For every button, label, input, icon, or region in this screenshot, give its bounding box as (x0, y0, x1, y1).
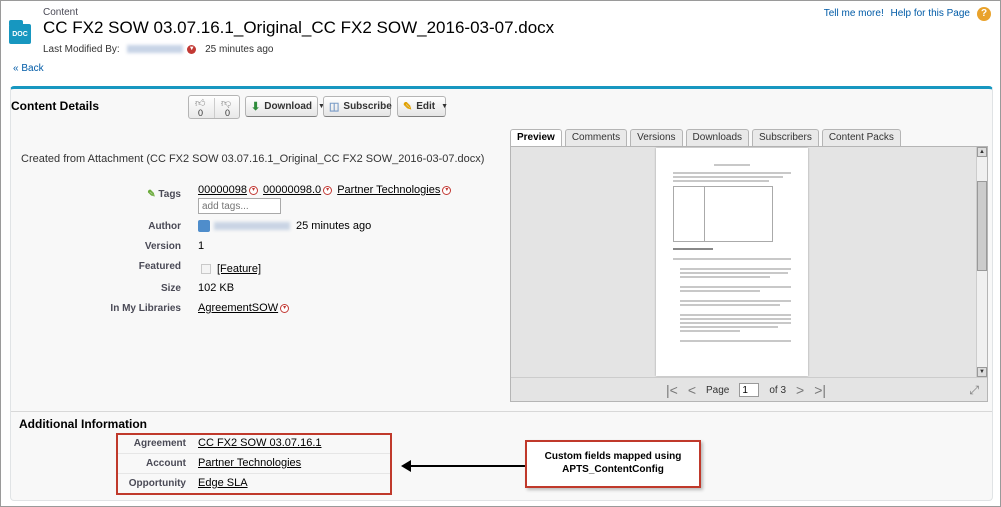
download-button[interactable]: ⬇ Download ▼ (245, 96, 325, 117)
object-type-label: Content (43, 7, 79, 18)
author-name-redacted[interactable] (214, 222, 290, 231)
scrollbar-thumb[interactable] (977, 181, 987, 271)
tab-preview[interactable]: Preview (510, 129, 562, 146)
tag-link[interactable]: 00000098 (198, 184, 247, 196)
last-modified: Last Modified By: ▼ 25 minutes ago (43, 44, 273, 55)
library-menu-icon[interactable]: ▾ (280, 303, 290, 313)
version-value: 1 (198, 240, 205, 252)
tab-downloads[interactable]: Downloads (685, 129, 750, 146)
content-details-heading: Content Details (11, 99, 100, 113)
chevron-down-icon: ▼ (441, 103, 449, 110)
tag-remove-icon[interactable]: ▾ (323, 185, 333, 195)
last-page-icon[interactable]: >| (814, 382, 826, 398)
subscribe-label: Subscribe (343, 101, 392, 112)
feature-link[interactable]: [Feature] (217, 263, 261, 275)
edit-label: Edit (416, 101, 436, 112)
first-page-icon[interactable]: |< (666, 382, 678, 398)
back-link[interactable]: « Back (13, 63, 44, 74)
annotation-arrow-line (406, 465, 526, 467)
upvote-count: 0 (198, 108, 204, 118)
page-navigator: |< < Page of 3 > >| ⤢ (511, 377, 987, 401)
expand-icon[interactable]: ⤢ (969, 383, 979, 398)
library-link[interactable]: AgreementSOW (198, 302, 278, 314)
annotation-highlight-box (116, 433, 392, 495)
tab-comments[interactable]: Comments (564, 129, 628, 146)
preview-scrollbar[interactable]: ▲ ▼ (976, 147, 987, 377)
featured-checkbox[interactable] (201, 264, 211, 275)
page-label: Page (706, 384, 730, 396)
page-title: CC FX2 SOW 03.07.16.1_Original_CC FX2 SO… (43, 18, 555, 37)
author-value: 25 minutes ago (198, 220, 372, 233)
scroll-up-icon[interactable]: ▲ (977, 147, 987, 157)
section-divider (11, 411, 992, 412)
page-number-input[interactable] (739, 383, 760, 397)
featured-value: [Feature] (201, 263, 261, 275)
size-label: Size (160, 283, 181, 294)
edit-button[interactable]: ✎ Edit ▼ (397, 96, 449, 117)
libraries-value: AgreementSOW ▾ (198, 302, 291, 314)
download-label: Download (264, 101, 312, 112)
preview-tabs: Preview Comments Versions Downloads Subs… (510, 129, 901, 146)
tab-content-packs[interactable]: Content Packs (821, 129, 901, 146)
featured-label: Featured (138, 261, 181, 272)
size-value: 102 KB (198, 282, 235, 294)
version-label: Version (144, 241, 181, 252)
last-modified-label: Last Modified By: (43, 44, 120, 55)
scroll-down-icon[interactable]: ▼ (977, 367, 987, 377)
tag-link[interactable]: Partner Technologies (337, 184, 440, 196)
vote-divider (214, 98, 215, 118)
tag-icon: ✎ (147, 189, 156, 200)
tag-remove-icon[interactable]: ▾ (442, 185, 452, 195)
annotation-callout: Custom fields mapped using APTS_ContentC… (525, 440, 701, 488)
author-time: 25 minutes ago (296, 220, 372, 232)
next-page-icon[interactable]: > (796, 382, 804, 398)
previous-page-icon[interactable]: < (688, 382, 696, 398)
user-menu-icon[interactable]: ▼ (187, 44, 197, 54)
document-page-thumbnail (656, 148, 808, 376)
tab-subscribers[interactable]: Subscribers (752, 129, 819, 146)
pencil-icon: ✎ (403, 101, 413, 113)
document-icon: DOC (9, 20, 31, 44)
created-from-text: Created from Attachment (CC FX2 SOW 03.0… (21, 153, 485, 165)
subscribe-button[interactable]: ◫ Subscribe (323, 96, 392, 117)
subscribe-icon: ◫ (329, 101, 340, 113)
tag-link[interactable]: 00000098.0 (263, 184, 321, 196)
download-icon: ⬇ (251, 101, 261, 113)
help-links: Tell me more! Help for this Page (820, 8, 970, 19)
tags-value: 00000098 ▾ 00000098.0 ▾ Partner Technologi… (198, 184, 453, 196)
downvote-count: 0 (225, 108, 231, 118)
modified-by-user-redacted[interactable] (126, 45, 183, 54)
libraries-label: In My Libraries (110, 303, 181, 314)
page-frame: DOC Content CC FX2 SOW 03.07.16.1_Origin… (0, 0, 1001, 507)
vote-widget: 👍︎ 0 👎︎ 0 (188, 95, 240, 119)
tag-remove-icon[interactable]: ▾ (248, 185, 258, 195)
last-modified-time: 25 minutes ago (205, 44, 274, 55)
callout-line-1: Custom fields mapped using (544, 451, 682, 462)
tags-label: ✎ Tags (147, 189, 181, 200)
tell-me-more-link[interactable]: Tell me more! (824, 8, 884, 19)
help-page-link[interactable]: Help for this Page (891, 8, 971, 19)
callout-line-2: APTS_ContentConfig (562, 464, 664, 475)
additional-info-heading: Additional Information (19, 417, 147, 431)
tab-versions[interactable]: Versions (630, 129, 683, 146)
avatar (198, 220, 210, 233)
help-icon[interactable]: ? (977, 7, 991, 21)
page-total-label: of 3 (769, 384, 787, 396)
author-label: Author (148, 221, 181, 232)
add-tags-input[interactable] (198, 198, 281, 214)
